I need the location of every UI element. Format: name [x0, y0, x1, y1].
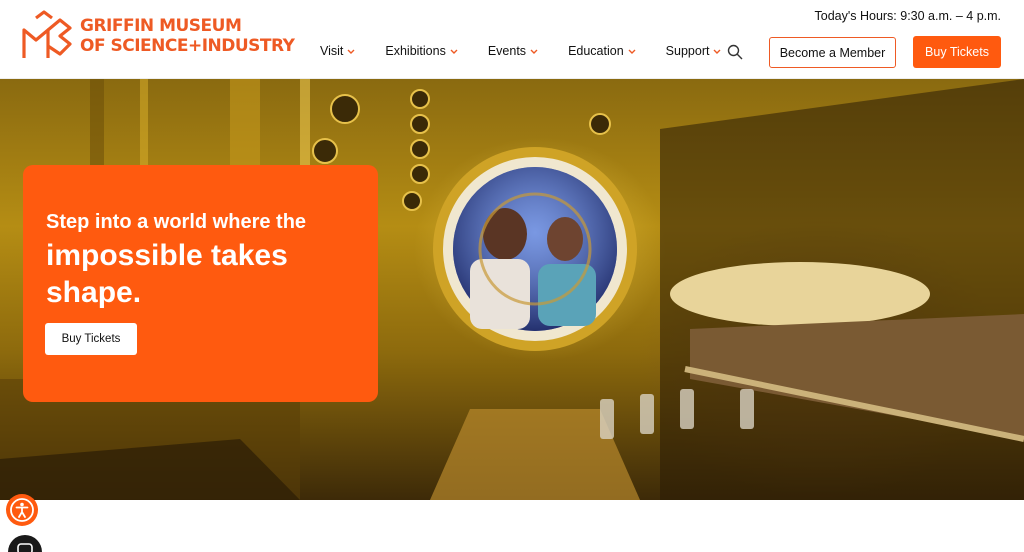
main-nav: Visit Exhibitions Events Education Suppo…: [320, 44, 751, 58]
logo-line-1: Griffin Museum: [80, 16, 242, 36]
nav-label: Events: [487, 44, 527, 58]
chat-button[interactable]: [8, 535, 42, 552]
nav-support[interactable]: Support: [666, 44, 722, 58]
nav-events[interactable]: Events: [488, 44, 538, 58]
site-header: Griffin Museum of Science+Industry Today…: [0, 0, 1024, 79]
buy-tickets-button[interactable]: Buy Tickets: [913, 36, 1001, 68]
chevron-down-icon: [628, 49, 636, 54]
logo-mark-icon: [22, 10, 72, 58]
chat-icon: [17, 543, 33, 552]
accessibility-button[interactable]: [6, 494, 38, 526]
nav-exhibitions[interactable]: Exhibitions: [385, 44, 458, 58]
nav-label: Visit: [320, 44, 344, 58]
nav-visit[interactable]: Visit: [320, 44, 355, 58]
nav-label: Exhibitions: [385, 44, 446, 58]
hero-banner: Step into a world where the impossible t…: [0, 79, 1024, 500]
hero-buy-tickets-button[interactable]: Buy Tickets: [45, 323, 137, 355]
hero-tagline-big: impossible takes shape.: [46, 239, 288, 309]
chevron-down-icon: [713, 49, 721, 54]
hero-promo-card: Step into a world where the impossible t…: [23, 165, 378, 402]
hero-tagline-small: Step into a world where the: [46, 211, 307, 233]
search-icon[interactable]: [727, 44, 743, 60]
accessibility-icon: [10, 498, 34, 522]
chevron-down-icon: [530, 49, 538, 54]
nav-label: Education: [568, 44, 624, 58]
logo-line-2: of Science+Industry: [80, 36, 295, 56]
todays-hours: Today's Hours: 9:30 a.m. – 4 p.m.: [814, 9, 1002, 23]
nav-label: Support: [665, 44, 710, 58]
nav-education[interactable]: Education: [568, 44, 636, 58]
logo-wordmark: Griffin Museum of Science+Industry: [80, 16, 295, 56]
chevron-down-icon: [347, 49, 355, 54]
chevron-down-icon: [450, 49, 458, 54]
become-member-button[interactable]: Become a Member: [769, 37, 896, 68]
museum-logo[interactable]: Griffin Museum of Science+Industry: [22, 10, 295, 62]
